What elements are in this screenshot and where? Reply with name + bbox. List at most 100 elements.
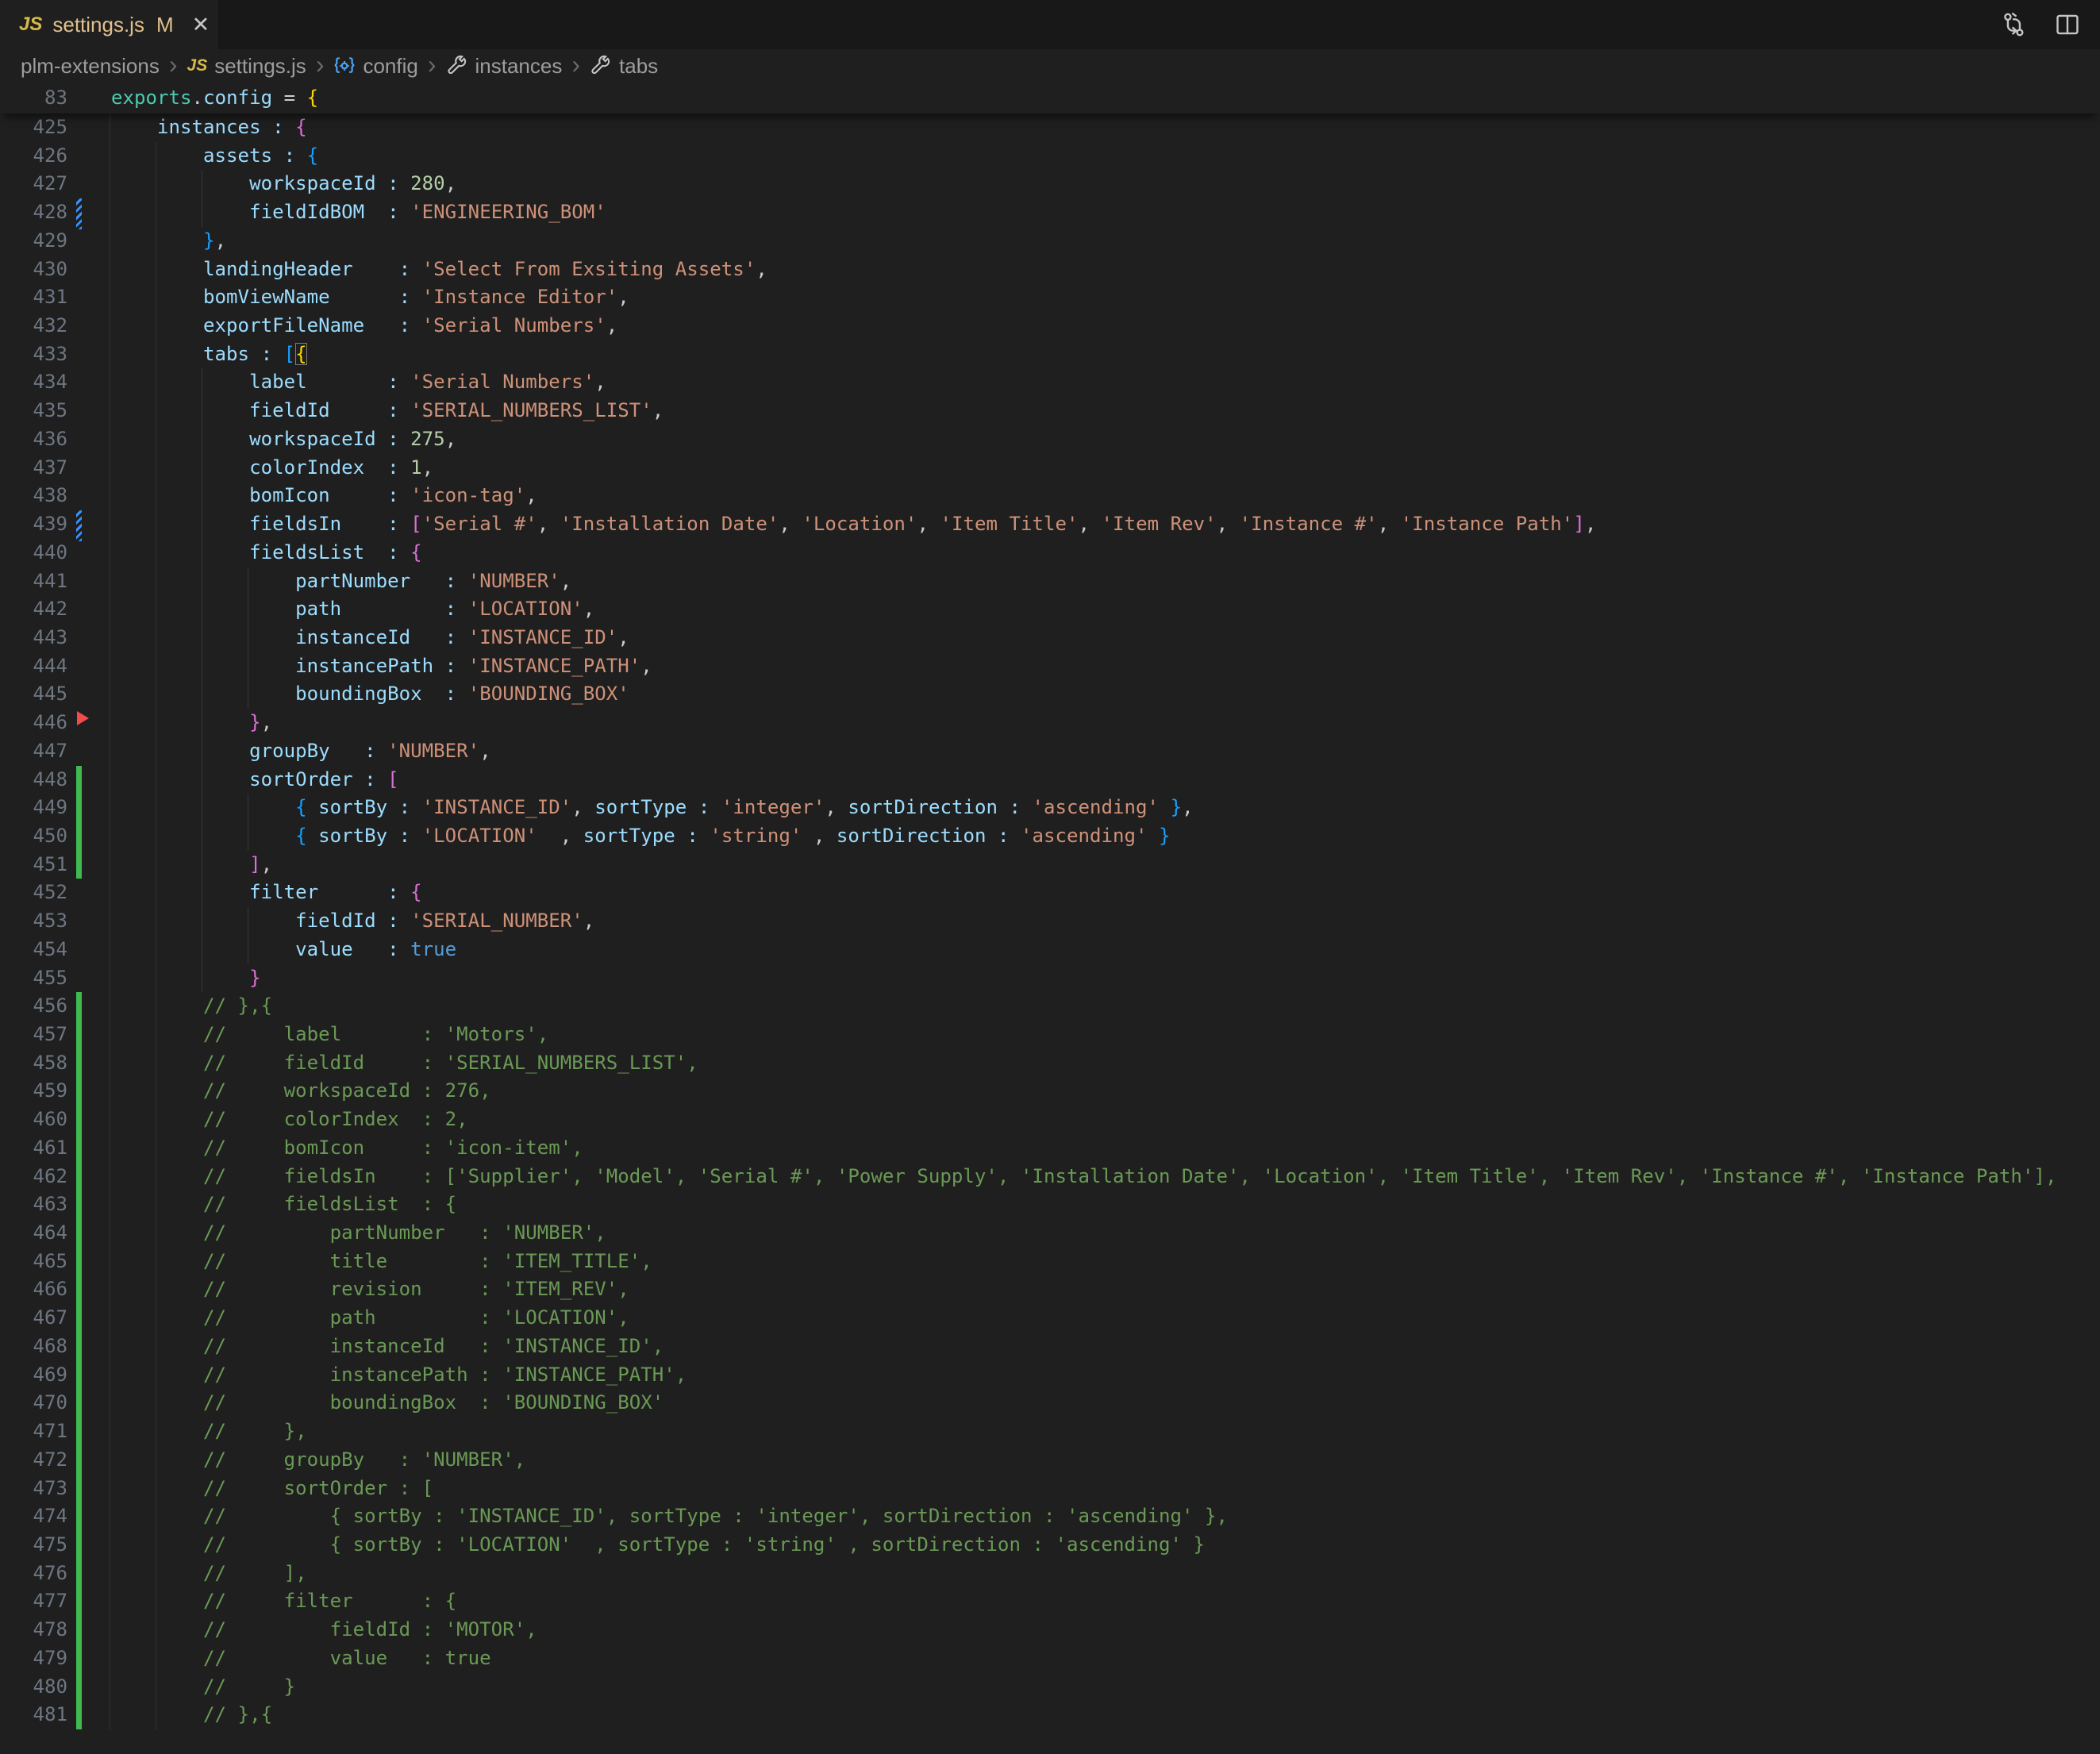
code-line[interactable]: 445 boundingBox : 'BOUNDING_BOX' <box>0 680 2100 709</box>
line-number[interactable]: 439 <box>0 510 67 539</box>
line-number[interactable]: 479 <box>0 1644 67 1673</box>
code-line[interactable]: 430 landingHeader : 'Select From Exsitin… <box>0 256 2100 284</box>
line-number[interactable]: 465 <box>0 1248 67 1276</box>
open-changes-icon[interactable] <box>2000 11 2027 38</box>
code-line[interactable]: 474 // { sortBy : 'INSTANCE_ID', sortTyp… <box>0 1502 2100 1531</box>
code-line[interactable]: 481 // },{ <box>0 1701 2100 1729</box>
line-number[interactable]: 458 <box>0 1049 67 1078</box>
git-added-gutter-bar[interactable] <box>76 1361 82 1390</box>
code-line[interactable]: 456 // },{ <box>0 992 2100 1021</box>
line-number[interactable]: 455 <box>0 964 67 993</box>
code-line[interactable]: 434 label : 'Serial Numbers', <box>0 368 2100 397</box>
git-added-gutter-bar[interactable] <box>76 1248 82 1276</box>
line-number[interactable]: 472 <box>0 1446 67 1475</box>
code-line[interactable]: 437 colorIndex : 1, <box>0 454 2100 483</box>
code-line[interactable]: 438 bomIcon : 'icon-tag', <box>0 482 2100 510</box>
code-line[interactable]: 452 filter : { <box>0 879 2100 907</box>
code-line[interactable]: 470 // boundingBox : 'BOUNDING_BOX' <box>0 1389 2100 1417</box>
code-line[interactable]: 459 // workspaceId : 276, <box>0 1077 2100 1106</box>
line-number[interactable]: 477 <box>0 1587 67 1616</box>
code-line[interactable]: 436 workspaceId : 275, <box>0 425 2100 454</box>
git-added-gutter-bar[interactable] <box>76 1021 82 1049</box>
line-number[interactable]: 443 <box>0 624 67 652</box>
code-line[interactable]: 431 bomViewName : 'Instance Editor', <box>0 283 2100 312</box>
code-line[interactable]: 442 path : 'LOCATION', <box>0 595 2100 624</box>
code-line[interactable]: 435 fieldId : 'SERIAL_NUMBERS_LIST', <box>0 397 2100 425</box>
code-line[interactable]: 472 // groupBy : 'NUMBER', <box>0 1446 2100 1475</box>
line-number[interactable]: 467 <box>0 1304 67 1333</box>
code-line[interactable]: 425 instances : { <box>0 113 2100 142</box>
git-added-gutter-bar[interactable] <box>76 1163 82 1191</box>
line-number[interactable]: 434 <box>0 368 67 397</box>
git-modified-gutter-bar[interactable] <box>76 198 82 229</box>
git-added-gutter-bar[interactable] <box>76 1475 82 1503</box>
code-line[interactable]: 447 groupBy : 'NUMBER', <box>0 737 2100 766</box>
line-number[interactable]: 464 <box>0 1219 67 1248</box>
breadcrumb-item-plm-extensions[interactable]: plm-extensions <box>21 54 160 79</box>
code-line[interactable]: 463 // fieldsList : { <box>0 1190 2100 1219</box>
git-added-gutter-bar[interactable] <box>76 1644 82 1673</box>
code-line[interactable]: 455 } <box>0 964 2100 993</box>
code-editor[interactable]: 425 instances : {426 assets : {427 works… <box>0 113 2100 1729</box>
code-line[interactable]: 469 // instancePath : 'INSTANCE_PATH', <box>0 1361 2100 1390</box>
line-number[interactable]: 452 <box>0 879 67 907</box>
code-line[interactable]: 457 // label : 'Motors', <box>0 1021 2100 1049</box>
git-added-gutter-bar[interactable] <box>76 1304 82 1333</box>
git-added-gutter-bar[interactable] <box>76 1587 82 1616</box>
git-added-gutter-bar[interactable] <box>76 1077 82 1106</box>
line-number[interactable]: 480 <box>0 1673 67 1702</box>
line-number[interactable]: 453 <box>0 907 67 936</box>
line-number[interactable]: 454 <box>0 936 67 964</box>
code-line[interactable]: 433 tabs : [{ <box>0 340 2100 369</box>
line-number[interactable]: 428 <box>0 198 67 227</box>
line-number[interactable]: 459 <box>0 1077 67 1106</box>
line-number[interactable]: 463 <box>0 1190 67 1219</box>
line-number[interactable]: 440 <box>0 539 67 567</box>
code-line[interactable]: 471 // }, <box>0 1417 2100 1446</box>
line-number[interactable]: 473 <box>0 1475 67 1503</box>
line-number[interactable]: 432 <box>0 312 67 340</box>
line-number[interactable]: 460 <box>0 1106 67 1134</box>
git-added-gutter-bar[interactable] <box>76 1190 82 1219</box>
code-line[interactable]: 467 // path : 'LOCATION', <box>0 1304 2100 1333</box>
breadcrumb-item-settings.js[interactable]: JSsettings.js <box>187 54 306 79</box>
line-number[interactable]: 456 <box>0 992 67 1021</box>
line-number[interactable]: 433 <box>0 340 67 369</box>
line-number[interactable]: 430 <box>0 256 67 284</box>
line-number[interactable]: 447 <box>0 737 67 766</box>
code-line[interactable]: 464 // partNumber : 'NUMBER', <box>0 1219 2100 1248</box>
git-added-gutter-bar[interactable] <box>76 794 82 822</box>
line-number[interactable]: 448 <box>0 766 67 794</box>
code-line[interactable]: 465 // title : 'ITEM_TITLE', <box>0 1248 2100 1276</box>
line-number[interactable]: 481 <box>0 1701 67 1729</box>
code-line[interactable]: 426 assets : { <box>0 142 2100 171</box>
code-line[interactable]: 466 // revision : 'ITEM_REV', <box>0 1275 2100 1304</box>
git-added-gutter-bar[interactable] <box>76 1275 82 1304</box>
code-line[interactable]: 449 { sortBy : 'INSTANCE_ID', sortType :… <box>0 794 2100 822</box>
line-number[interactable]: 471 <box>0 1417 67 1446</box>
line-number[interactable]: 474 <box>0 1502 67 1531</box>
line-number[interactable]: 466 <box>0 1275 67 1304</box>
breadcrumb-item-tabs[interactable]: tabs <box>590 54 658 79</box>
code-line[interactable]: 439 fieldsIn : ['Serial #', 'Installatio… <box>0 510 2100 539</box>
git-added-gutter-bar[interactable] <box>76 1049 82 1078</box>
code-line[interactable]: 428 fieldIdBOM : 'ENGINEERING_BOM' <box>0 198 2100 227</box>
sticky-scroll[interactable]: 83exports.config = { <box>0 83 2100 113</box>
code-line[interactable]: 460 // colorIndex : 2, <box>0 1106 2100 1134</box>
git-added-gutter-bar[interactable] <box>76 1134 82 1163</box>
line-number[interactable]: 425 <box>0 113 67 142</box>
code-line[interactable]: 448 sortOrder : [ <box>0 766 2100 794</box>
code-line[interactable]: 479 // value : true <box>0 1644 2100 1673</box>
line-number[interactable]: 83 <box>0 83 67 113</box>
code-line[interactable]: 473 // sortOrder : [ <box>0 1475 2100 1503</box>
code-line[interactable]: 440 fieldsList : { <box>0 539 2100 567</box>
line-number[interactable]: 429 <box>0 227 67 256</box>
code-line[interactable]: 454 value : true <box>0 936 2100 964</box>
line-number[interactable]: 475 <box>0 1531 67 1560</box>
line-number[interactable]: 451 <box>0 851 67 879</box>
code-line[interactable]: 462 // fieldsIn : ['Supplier', 'Model', … <box>0 1163 2100 1191</box>
code-line[interactable]: 453 fieldId : 'SERIAL_NUMBER', <box>0 907 2100 936</box>
code-line[interactable]: 432 exportFileName : 'Serial Numbers', <box>0 312 2100 340</box>
line-number[interactable]: 457 <box>0 1021 67 1049</box>
line-number[interactable]: 478 <box>0 1616 67 1644</box>
